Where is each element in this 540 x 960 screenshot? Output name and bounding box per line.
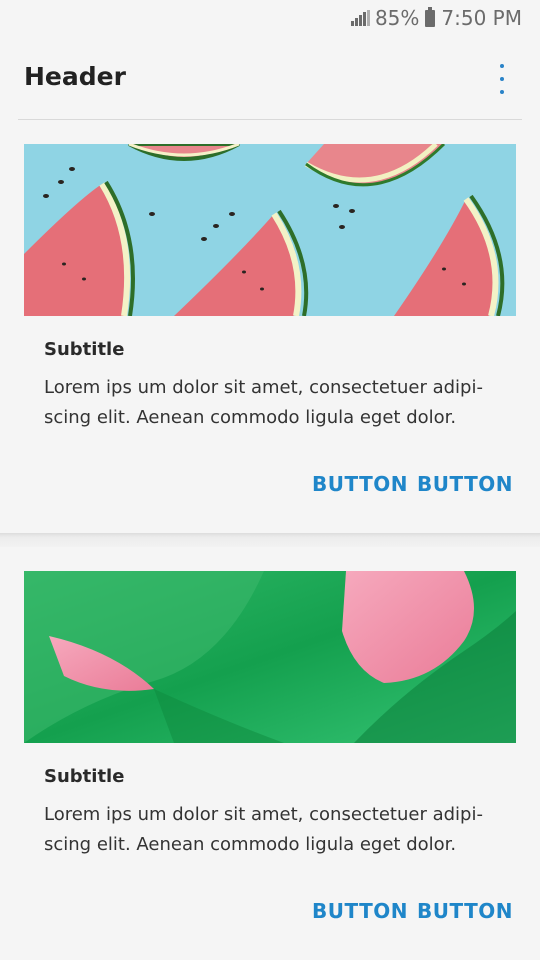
- green-pink-abstract-photo: [24, 571, 516, 743]
- card-button-secondary[interactable]: BUTTON: [417, 899, 513, 923]
- card-body-text: Lorem ips um dolor sit amet, consectetue…: [44, 800, 514, 860]
- card-2: Subtitle Lorem ips um dolor sit amet, co…: [0, 0, 540, 960]
- card-body-line: scing elit. Aenean commodo ligula eget d…: [44, 834, 457, 855]
- card-body-line: Lorem ips um dolor sit amet, consectetue…: [44, 804, 483, 825]
- abstract-image: [24, 571, 516, 743]
- card-button-primary[interactable]: BUTTON: [312, 899, 408, 923]
- card-subtitle: Subtitle: [44, 766, 125, 787]
